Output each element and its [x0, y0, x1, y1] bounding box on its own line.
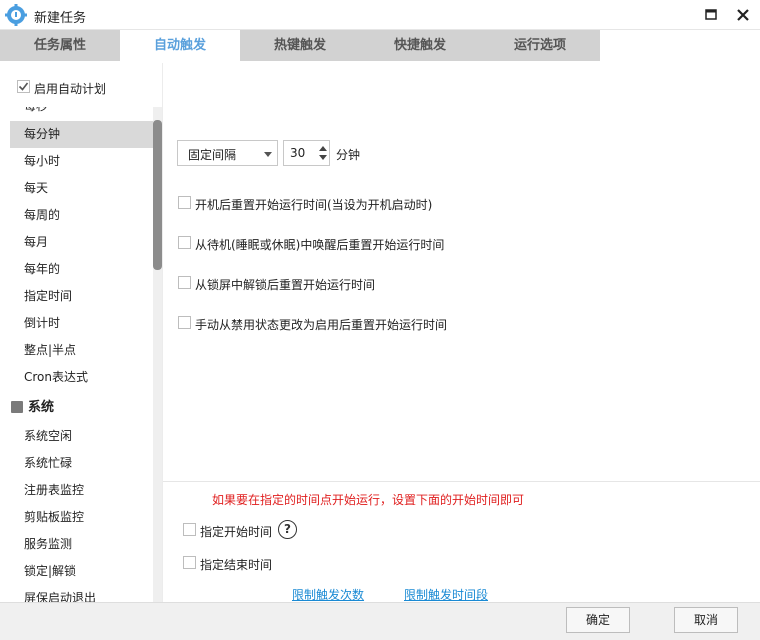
group-system-label: 系统 — [28, 400, 55, 415]
close-icon — [737, 9, 749, 21]
chevron-down-icon — [264, 152, 272, 157]
list-item-monthly[interactable]: 每月 — [10, 229, 153, 256]
list-item-every-second[interactable]: 每秒 — [10, 107, 153, 120]
tab-run-options[interactable]: 运行选项 — [480, 30, 600, 61]
list-item-cron[interactable]: Cron表达式 — [10, 364, 153, 391]
help-icon[interactable]: ? — [278, 520, 297, 539]
tab-shortcut-trigger[interactable]: 快捷触发 — [360, 30, 480, 61]
list-item-countdown[interactable]: 倒计时 — [10, 310, 153, 337]
option-reset-after-unlock-label: 从锁屏中解锁后重置开始运行时间 — [195, 278, 376, 292]
start-time-hint: 如果要在指定的时间点开始运行，设置下面的开始时间即可 — [212, 493, 525, 507]
list-item-clipboard-monitor[interactable]: 剪贴板监控 — [10, 504, 153, 531]
enable-schedule-label: 启用自动计划 — [34, 82, 107, 96]
start-time-label: 指定开始时间 — [200, 525, 273, 539]
schedule-type-list: 每秒 每分钟 每小时 每天 每周的 每月 每年的 指定时间 倒计时 整点|半点 … — [10, 107, 162, 602]
arrow-down-icon — [319, 155, 327, 160]
list-item-weekly[interactable]: 每周的 — [10, 202, 153, 229]
interval-mode-select[interactable]: 固定间隔 — [177, 140, 278, 166]
ok-button[interactable]: 确定 — [566, 607, 630, 633]
interval-mode-value: 固定间隔 — [188, 148, 237, 162]
list-item-specific-time[interactable]: 指定时间 — [10, 283, 153, 310]
option-reset-after-boot-label: 开机后重置开始运行时间(当设为开机启动时) — [195, 198, 433, 212]
tab-bar: 任务属性 自动触发 热键触发 快捷触发 运行选项 — [0, 30, 760, 61]
limit-trigger-count-link[interactable]: 限制触发次数 — [292, 586, 364, 603]
tab-task-properties[interactable]: 任务属性 — [0, 30, 120, 61]
option-reset-after-wake-label: 从待机(睡眠或休眠)中唤醒后重置开始运行时间 — [195, 238, 445, 252]
option-reset-after-enable-label: 手动从禁用状态更改为启用后重置开始运行时间 — [195, 318, 448, 332]
maximize-button[interactable] — [700, 4, 722, 26]
list-item-lock-unlock[interactable]: 锁定|解锁 — [10, 558, 153, 585]
list-item-yearly[interactable]: 每年的 — [10, 256, 153, 283]
window-title: 新建任务 — [34, 11, 87, 26]
enable-schedule-checkbox[interactable] — [17, 80, 30, 93]
gear-icon — [5, 4, 27, 26]
decrement-button[interactable] — [317, 153, 329, 164]
title-bar: 新建任务 — [0, 0, 760, 30]
start-time-checkbox[interactable] — [183, 523, 196, 536]
close-button[interactable] — [732, 4, 754, 26]
list-item-every-hour[interactable]: 每小时 — [10, 148, 153, 175]
list-item-on-the-hour[interactable]: 整点|半点 — [10, 337, 153, 364]
checkmark-icon — [18, 82, 29, 91]
group-system[interactable]: 系统 — [10, 394, 153, 421]
section-divider — [163, 481, 760, 482]
interval-unit-label: 分钟 — [336, 148, 361, 162]
end-time-label: 指定结束时间 — [200, 558, 273, 572]
list-item-screensaver[interactable]: 屏保启动退出 — [10, 585, 153, 602]
interval-amount-value: 30 — [290, 146, 306, 160]
list-item-system-busy[interactable]: 系统忙碌 — [10, 450, 153, 477]
tab-hotkey-trigger[interactable]: 热键触发 — [240, 30, 360, 61]
maximize-icon — [705, 9, 717, 20]
dialog-footer — [0, 602, 760, 640]
list-item-service-monitor[interactable]: 服务监测 — [10, 531, 153, 558]
collapse-icon — [11, 401, 23, 413]
tab-auto-trigger[interactable]: 自动触发 — [120, 30, 240, 61]
limit-trigger-period-link[interactable]: 限制触发时间段 — [404, 586, 488, 603]
cancel-button[interactable]: 取消 — [674, 607, 738, 633]
list-scrollbar-thumb[interactable] — [153, 120, 162, 270]
list-item-registry-monitor[interactable]: 注册表监控 — [10, 477, 153, 504]
option-reset-after-boot-checkbox[interactable] — [178, 196, 191, 209]
list-item-every-day[interactable]: 每天 — [10, 175, 153, 202]
option-reset-after-unlock-checkbox[interactable] — [178, 276, 191, 289]
list-item-every-minute[interactable]: 每分钟 — [10, 121, 153, 148]
list-item-system-idle[interactable]: 系统空闲 — [10, 423, 153, 450]
arrow-up-icon — [319, 146, 327, 151]
interval-amount-stepper[interactable]: 30 — [283, 140, 330, 166]
option-reset-after-enable-checkbox[interactable] — [178, 316, 191, 329]
panel-divider — [162, 63, 163, 603]
end-time-checkbox[interactable] — [183, 556, 196, 569]
option-reset-after-wake-checkbox[interactable] — [178, 236, 191, 249]
